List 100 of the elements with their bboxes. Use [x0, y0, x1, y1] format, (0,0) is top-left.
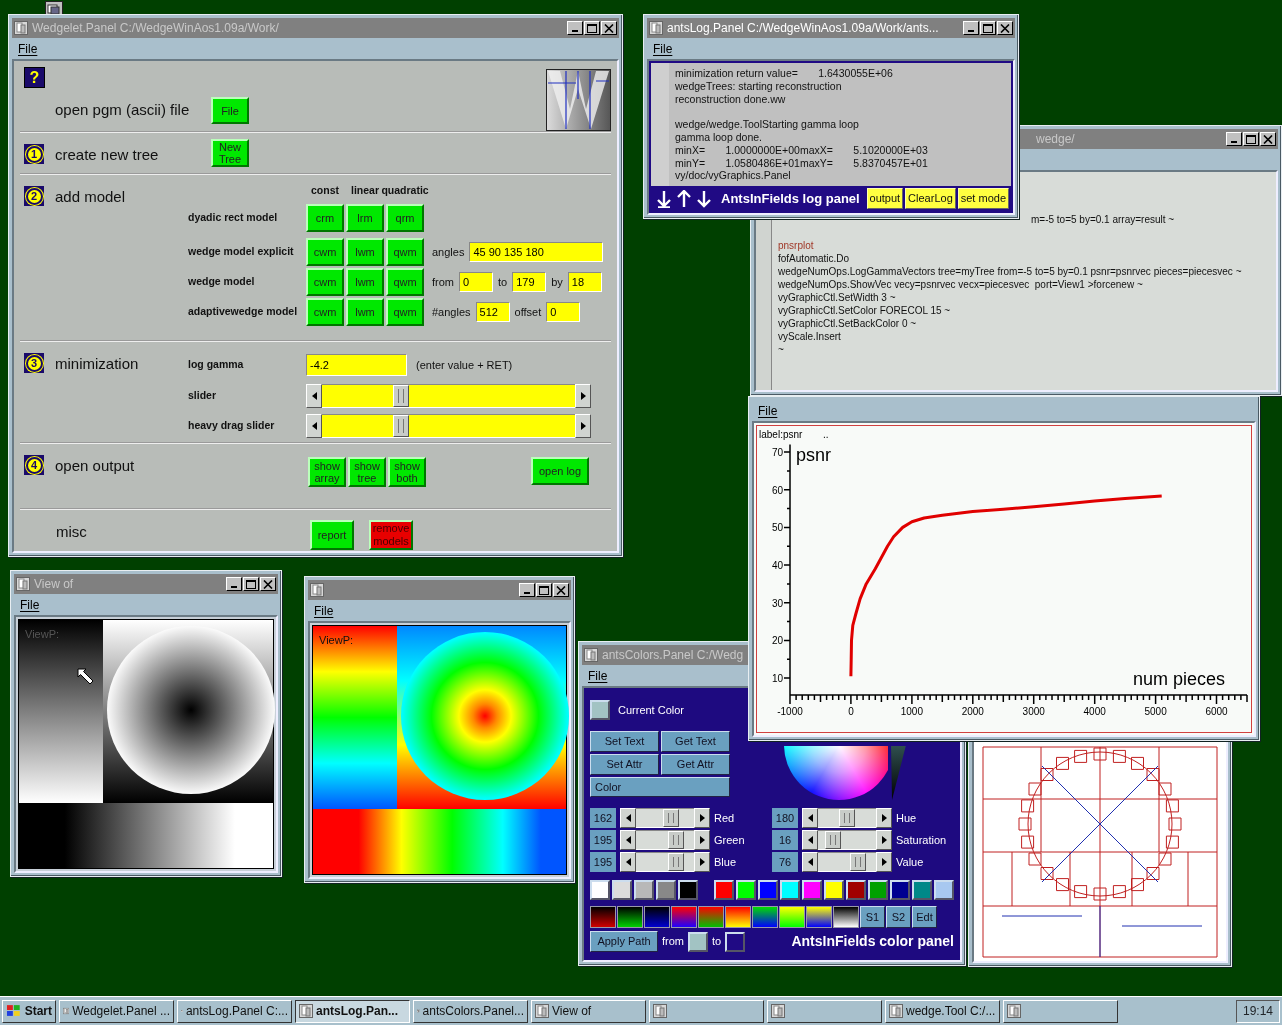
color-swatch[interactable] — [824, 880, 844, 900]
scroll-right-button[interactable] — [575, 414, 591, 438]
input-field[interactable]: 45 90 135 180 — [469, 241, 604, 262]
help-button[interactable]: ? — [24, 67, 45, 88]
color-swatch[interactable] — [846, 880, 866, 900]
value-field[interactable]: 16 — [772, 830, 798, 850]
model-button[interactable]: qrm — [386, 203, 424, 232]
scroll-to-end-icon[interactable] — [657, 189, 671, 208]
model-button[interactable]: cwm — [306, 237, 344, 266]
scroll-left-button[interactable] — [620, 852, 636, 872]
color-swatch[interactable] — [714, 880, 734, 900]
close-button[interactable] — [260, 577, 276, 591]
panel-button[interactable]: Get Text — [661, 731, 730, 752]
slider-thumb[interactable] — [839, 809, 855, 827]
color-swatch[interactable] — [780, 880, 800, 900]
model-button[interactable]: crm — [306, 203, 344, 232]
model-button[interactable]: qwm — [386, 267, 424, 296]
gradient-swatch[interactable] — [671, 906, 697, 928]
slider-thumb[interactable] — [824, 831, 841, 849]
scroll-left-button[interactable] — [802, 830, 818, 850]
file-button[interactable]: File — [211, 97, 249, 124]
gradient-swatch[interactable] — [806, 906, 832, 928]
gradient-swatch[interactable] — [698, 906, 724, 928]
taskbar-button[interactable]: View of — [531, 999, 646, 1023]
log-button[interactable]: ClearLog — [905, 188, 956, 209]
color-swatch[interactable] — [912, 880, 932, 900]
panel-button[interactable]: Get Attr — [661, 754, 730, 775]
taskbar-button[interactable] — [767, 999, 882, 1023]
gradient-swatch[interactable] — [590, 906, 616, 928]
scroll-left-button[interactable] — [802, 808, 818, 828]
new-tree-button[interactable]: New Tree — [211, 139, 249, 167]
scroll-right-button[interactable] — [876, 808, 892, 828]
color-swatch[interactable] — [688, 931, 708, 952]
model-button[interactable]: cwm — [306, 297, 344, 326]
color-swatch[interactable] — [758, 880, 778, 900]
start-button[interactable]: Start — [2, 999, 56, 1023]
gradient-swatch[interactable] — [617, 906, 643, 928]
slider-thumb[interactable] — [667, 831, 684, 849]
apply-path-button[interactable]: Apply Path — [590, 931, 658, 952]
scroll-right-button[interactable] — [694, 830, 710, 850]
minimize-button[interactable] — [963, 21, 979, 35]
maximize-button[interactable] — [1243, 132, 1259, 146]
slider-thumb[interactable] — [849, 853, 866, 871]
slider-thumb[interactable] — [392, 415, 409, 437]
color-swatch[interactable] — [612, 880, 632, 900]
minimize-button[interactable] — [567, 21, 583, 35]
menu-item[interactable]: File — [758, 401, 778, 420]
maximize-button[interactable] — [980, 21, 996, 35]
close-button[interactable] — [997, 21, 1013, 35]
minimize-button[interactable] — [1226, 132, 1242, 146]
value-field[interactable]: 76 — [772, 852, 798, 872]
value-field[interactable]: 195 — [590, 852, 616, 872]
scroll-left-button[interactable] — [802, 852, 818, 872]
taskbar-button[interactable] — [649, 999, 764, 1023]
model-button[interactable]: lwm — [346, 237, 384, 266]
taskbar-button[interactable]: antsLog.Pan... — [295, 999, 410, 1023]
input-field[interactable]: 18 — [567, 271, 602, 292]
color-swatch[interactable] — [802, 880, 822, 900]
color-swatch[interactable] — [736, 880, 756, 900]
taskbar-button[interactable]: antsLog.Panel C:... — [177, 999, 292, 1023]
input-field[interactable]: 179 — [512, 271, 547, 292]
scroll-right-button[interactable] — [876, 830, 892, 850]
action-button[interactable]: report — [310, 520, 354, 550]
model-button[interactable]: lwm — [346, 297, 384, 326]
scroll-left-button[interactable] — [306, 384, 322, 408]
display-button[interactable]: show tree — [348, 457, 386, 487]
gradient-swatch[interactable] — [833, 906, 859, 928]
maximize-button[interactable] — [243, 577, 259, 591]
display-button[interactable]: show array — [308, 457, 346, 487]
up-arrow-icon[interactable] — [677, 189, 691, 208]
scroll-left-button[interactable] — [306, 414, 322, 438]
color-swatch[interactable] — [590, 880, 610, 900]
maximize-button[interactable] — [536, 583, 552, 597]
color-swatch[interactable] — [656, 880, 676, 900]
slot-button[interactable]: S2 — [886, 906, 911, 928]
panel-button[interactable]: Set Text — [590, 731, 659, 752]
maximize-button[interactable] — [584, 21, 600, 35]
color-swatch[interactable] — [678, 880, 698, 900]
minimize-button[interactable] — [519, 583, 535, 597]
slider-thumb[interactable] — [662, 809, 679, 827]
slot-button[interactable]: S1 — [860, 906, 885, 928]
input-field[interactable]: 512 — [475, 301, 510, 322]
input-field[interactable]: 0 — [546, 301, 581, 322]
input-field[interactable]: -4.2 — [306, 354, 407, 376]
panel-button[interactable]: Set Attr — [590, 754, 659, 775]
scroll-right-button[interactable] — [694, 852, 710, 872]
log-button[interactable]: output — [866, 188, 904, 209]
taskbar-button[interactable] — [1003, 999, 1118, 1023]
model-button[interactable]: lwm — [346, 267, 384, 296]
color-swatch[interactable] — [934, 880, 954, 900]
menu-item[interactable]: File — [18, 39, 38, 58]
gradient-swatch[interactable] — [779, 906, 805, 928]
menu-item[interactable]: File — [20, 595, 40, 614]
scroll-right-button[interactable] — [876, 852, 892, 872]
input-field[interactable]: 0 — [459, 271, 493, 292]
color-swatch[interactable] — [890, 880, 910, 900]
menu-item[interactable]: File — [314, 601, 334, 620]
slider-thumb[interactable] — [392, 385, 409, 407]
scroll-left-button[interactable] — [620, 808, 636, 828]
model-button[interactable]: cwm — [306, 267, 344, 296]
